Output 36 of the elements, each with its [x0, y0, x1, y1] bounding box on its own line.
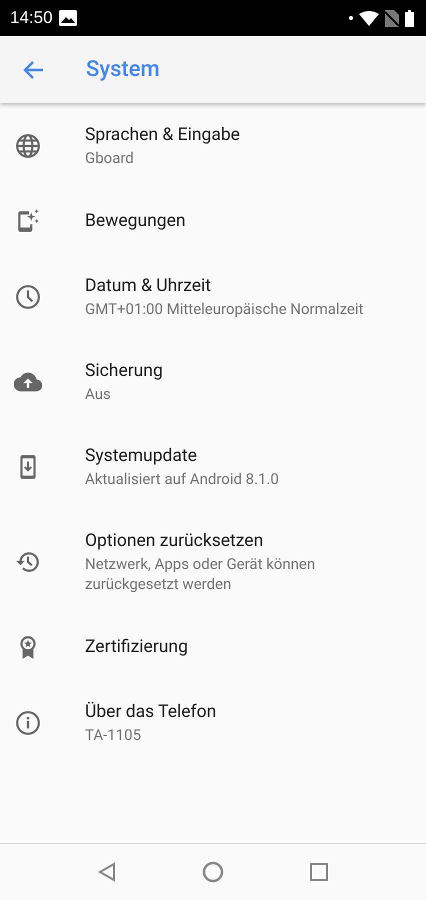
info-icon [15, 710, 41, 736]
wifi-icon [359, 10, 379, 26]
settings-item[interactable]: Systemupdate Aktualisiert auf Android 8.1.0 [0, 424, 426, 509]
setting-title: Sicherung [85, 360, 163, 383]
setting-title: Bewegungen [85, 210, 186, 233]
setting-summary: Aus [85, 384, 112, 404]
setting-title: Systemupdate [85, 445, 198, 468]
setting-summary: GMT+01:00 Mitteleuropäische Normalzeit [85, 299, 364, 319]
setting-title: Sprachen & Eingabe [85, 124, 240, 147]
settings-item[interactable]: Sicherung Aus [0, 339, 426, 424]
globe-icon [15, 132, 41, 158]
clock-icon [15, 284, 41, 310]
setting-title: Datum & Uhrzeit [85, 275, 212, 298]
setting-title: Optionen zurücksetzen [85, 530, 264, 553]
image-icon [58, 10, 77, 26]
dot-icon [349, 16, 353, 20]
clock-time: 14:50 [10, 8, 53, 28]
no-sim-icon [385, 10, 399, 26]
setting-title: Über das Telefon [85, 700, 216, 724]
back-arrow-icon [22, 60, 44, 80]
setting-summary: Netzwerk, Apps oder Gerät können zurückgesetzt werden [85, 554, 316, 594]
settings-item[interactable]: Optionen zurücksetzen Netzwerk, Apps oder Gerät können zurückgesetzt werden [0, 509, 426, 614]
battery-icon [405, 10, 414, 26]
setting-summary: Aktualisiert auf Android 8.1.0 [85, 469, 279, 489]
setting-summary: Gboard [85, 148, 135, 168]
screen-title: System [86, 57, 160, 82]
setting-summary: TA-1105 [85, 725, 142, 745]
settings-item[interactable]: Zertifizierung [0, 614, 426, 680]
triangle-icon [98, 862, 116, 882]
square-icon [310, 863, 328, 881]
circle-icon [202, 861, 224, 883]
settings-item[interactable]: Über das Telefon TA-1105 [0, 680, 426, 765]
settings-item[interactable]: Datum & Uhrzeit GMT+01:00 Mitteleuropäische Normalzeit [0, 254, 426, 339]
settings-item[interactable]: Sprachen & Eingabe Gboard [0, 103, 426, 188]
setting-title: Zertifizierung [85, 636, 188, 659]
settings-item[interactable]: Bewegungen [0, 188, 426, 254]
